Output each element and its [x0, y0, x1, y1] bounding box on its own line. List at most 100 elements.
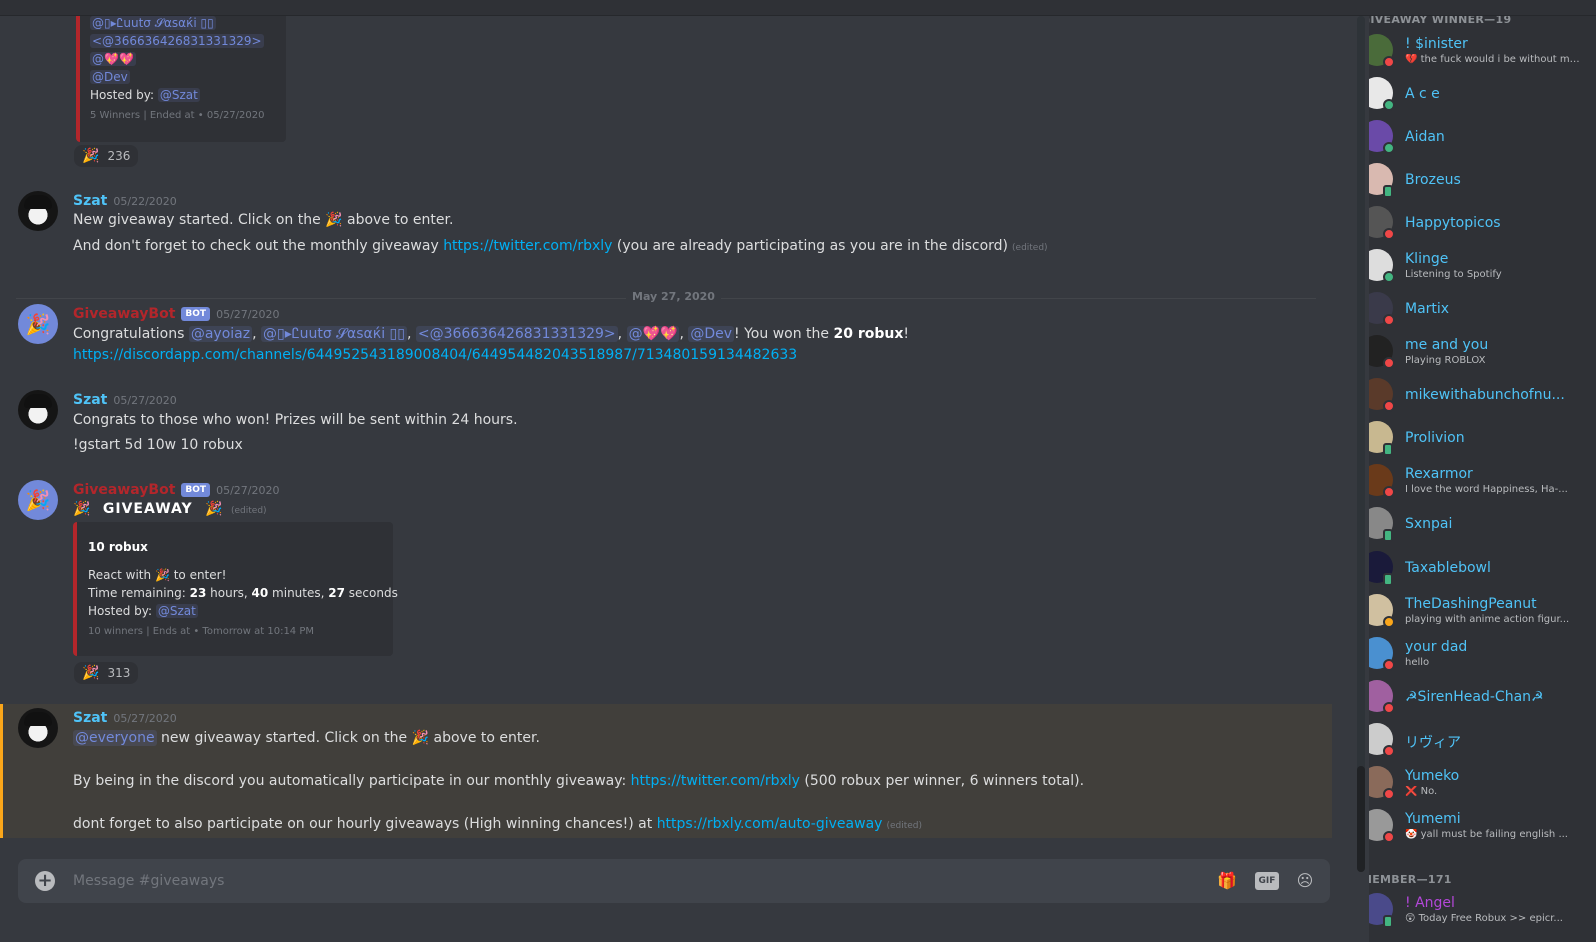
member-item[interactable]: me and you Playing ROBLOX: [1369, 331, 1588, 373]
mention[interactable]: @Dev: [90, 70, 130, 84]
text: Congratulations: [73, 326, 189, 342]
upload-button[interactable]: +: [35, 871, 55, 891]
discord-app: @▯▸Ꮭuutσ 𝓢αѕαќі ▯▯ <@366636426831331329>…: [0, 0, 1596, 942]
member-item[interactable]: ! $inister 💔 the fuck would i be without …: [1369, 30, 1588, 72]
username[interactable]: Szat: [73, 710, 107, 726]
text: above to enter.: [429, 730, 540, 746]
member-item[interactable]: Prolivion: [1369, 417, 1588, 459]
member-name: Martix: [1405, 301, 1450, 317]
mention[interactable]: @Dev: [688, 326, 735, 342]
edited-tag: (edited): [231, 506, 267, 516]
reaction-count: 236: [107, 149, 131, 163]
member-item[interactable]: Taxablebowl: [1369, 547, 1588, 589]
role-section-header: MEMBER—171: [1369, 873, 1452, 886]
member-item[interactable]: TheDashingPeanut playing with anime actio…: [1369, 590, 1588, 632]
message-input[interactable]: [73, 871, 573, 891]
avatar[interactable]: 🎉: [18, 304, 58, 344]
gif-button[interactable]: GIF: [1255, 872, 1279, 890]
member-item[interactable]: Aidan: [1369, 116, 1588, 158]
message-line: And don't forget to check out the monthl…: [73, 236, 1048, 258]
tada-icon: 🎉: [411, 730, 430, 746]
avatar[interactable]: [18, 708, 58, 748]
member-item[interactable]: Yumemi 🤡 yall must be failing english ...: [1369, 805, 1588, 847]
member-item[interactable]: Happytopicos: [1369, 202, 1588, 244]
username[interactable]: GiveawayBot: [73, 306, 175, 322]
text: (500 robux per winner, 6 winners total).: [799, 773, 1085, 789]
emoji-picker-icon[interactable]: ☹: [1294, 870, 1316, 892]
member-item[interactable]: ! Angel 😲 Today Free Robux >> epicr...: [1369, 889, 1588, 931]
text: !: [903, 326, 909, 342]
edited-tag: (edited): [1012, 243, 1048, 253]
mention[interactable]: @▯▸Ꮭuutσ 𝓢αѕαќі ▯▯: [260, 326, 407, 342]
username[interactable]: Szat: [73, 193, 107, 209]
member-name: Sxnpai: [1405, 516, 1453, 532]
mention[interactable]: <@366636426831331329>: [415, 326, 618, 342]
chat-scrollbar[interactable]: [1357, 16, 1365, 872]
tada-icon: 🎉: [154, 568, 170, 582]
embed-footer: 5 Winners | Ended at • 05/27/2020: [90, 110, 265, 121]
member-item[interactable]: リヴィア: [1369, 719, 1588, 761]
mention[interactable]: @▯▸Ꮭuutσ 𝓢αѕαќі ▯▯: [90, 16, 216, 30]
twitter-link[interactable]: https://twitter.com/rbxly: [631, 773, 800, 789]
status-indicator: [1383, 228, 1395, 240]
mention[interactable]: @💖💖: [626, 326, 680, 342]
member-name: your dad: [1405, 639, 1468, 655]
member-activity: playing with anime action figur...: [1405, 614, 1570, 625]
bot-tag: BOT: [181, 483, 211, 497]
username[interactable]: GiveawayBot: [73, 482, 175, 498]
status-indicator: [1383, 529, 1393, 542]
host-mention[interactable]: @Szat: [155, 604, 198, 618]
member-name: ! $inister: [1405, 36, 1468, 52]
member-item[interactable]: your dad hello: [1369, 633, 1588, 675]
status-indicator: [1383, 573, 1393, 586]
text: hours,: [206, 586, 252, 600]
text: new giveaway started. Click on the: [156, 730, 412, 746]
username[interactable]: Szat: [73, 392, 107, 408]
status-indicator: [1383, 400, 1395, 412]
member-name: me and you: [1405, 337, 1489, 353]
reaction-tada[interactable]: 🎉 236: [74, 145, 139, 167]
member-name: Klinge: [1405, 251, 1449, 267]
mention[interactable]: @💖💖: [90, 52, 136, 66]
member-name: TheDashingPeanut: [1405, 596, 1537, 612]
member-item[interactable]: Martix: [1369, 288, 1588, 330]
member-item[interactable]: Sxnpai: [1369, 503, 1588, 545]
status-indicator: [1383, 185, 1393, 198]
timestamp: 05/22/2020: [113, 195, 177, 208]
giveaway-embed: 10 robux React with 🎉 to enter! Time rem…: [73, 522, 398, 656]
everyone-mention[interactable]: @everyone: [73, 730, 157, 746]
timestamp: 05/27/2020: [113, 712, 177, 725]
message: Szat 05/27/2020 Congrats to those who won…: [0, 388, 1355, 453]
avatar[interactable]: [18, 390, 58, 430]
member-item[interactable]: A c e: [1369, 73, 1588, 115]
member-item[interactable]: Rexarmor I love the word Happiness, Ha-..…: [1369, 460, 1588, 502]
giveaway-header: 🎉 GIVEAWAY 🎉 (edited): [73, 499, 267, 521]
status-indicator: [1383, 271, 1395, 283]
host-mention[interactable]: @Szat: [157, 88, 200, 102]
message-composer: + 🎁 GIF ☹: [18, 859, 1330, 903]
tada-icon: 🎉: [82, 148, 100, 164]
avatar[interactable]: 🎉: [18, 480, 58, 520]
message-link[interactable]: https://discordapp.com/channels/64495254…: [73, 347, 797, 363]
member-item[interactable]: Yumeko ❌ No.: [1369, 762, 1588, 804]
reaction-tada[interactable]: 🎉 313: [74, 662, 139, 684]
prize: 20 robux: [833, 326, 904, 342]
gift-icon[interactable]: 🎁: [1216, 870, 1238, 892]
mention[interactable]: <@366636426831331329>: [90, 34, 264, 48]
avatar[interactable]: [18, 191, 58, 231]
status-indicator: [1383, 357, 1395, 369]
member-item[interactable]: ☭SirenHead-Chan☭: [1369, 676, 1588, 718]
twitter-link[interactable]: https://twitter.com/rbxly: [443, 238, 612, 254]
member-item[interactable]: Brozeus: [1369, 159, 1588, 201]
mention[interactable]: @ayoiaz: [188, 326, 253, 342]
status-indicator: [1383, 443, 1393, 456]
message: Szat 05/27/2020 @everyone new giveaway st…: [0, 706, 1355, 838]
member-activity: ❌ No.: [1405, 786, 1438, 797]
member-item[interactable]: Klinge Listening to Spotify: [1369, 245, 1588, 287]
auto-giveaway-link[interactable]: https://rbxly.com/auto-giveaway: [657, 816, 883, 832]
member-item[interactable]: mikewithabunchofnu...: [1369, 374, 1588, 416]
scroll-thumb[interactable]: [1357, 766, 1365, 872]
member-activity: I love the word Happiness, Ha-...: [1405, 484, 1568, 495]
member-name: Brozeus: [1405, 172, 1461, 188]
embed-line: Hosted by: @Szat: [88, 602, 398, 620]
